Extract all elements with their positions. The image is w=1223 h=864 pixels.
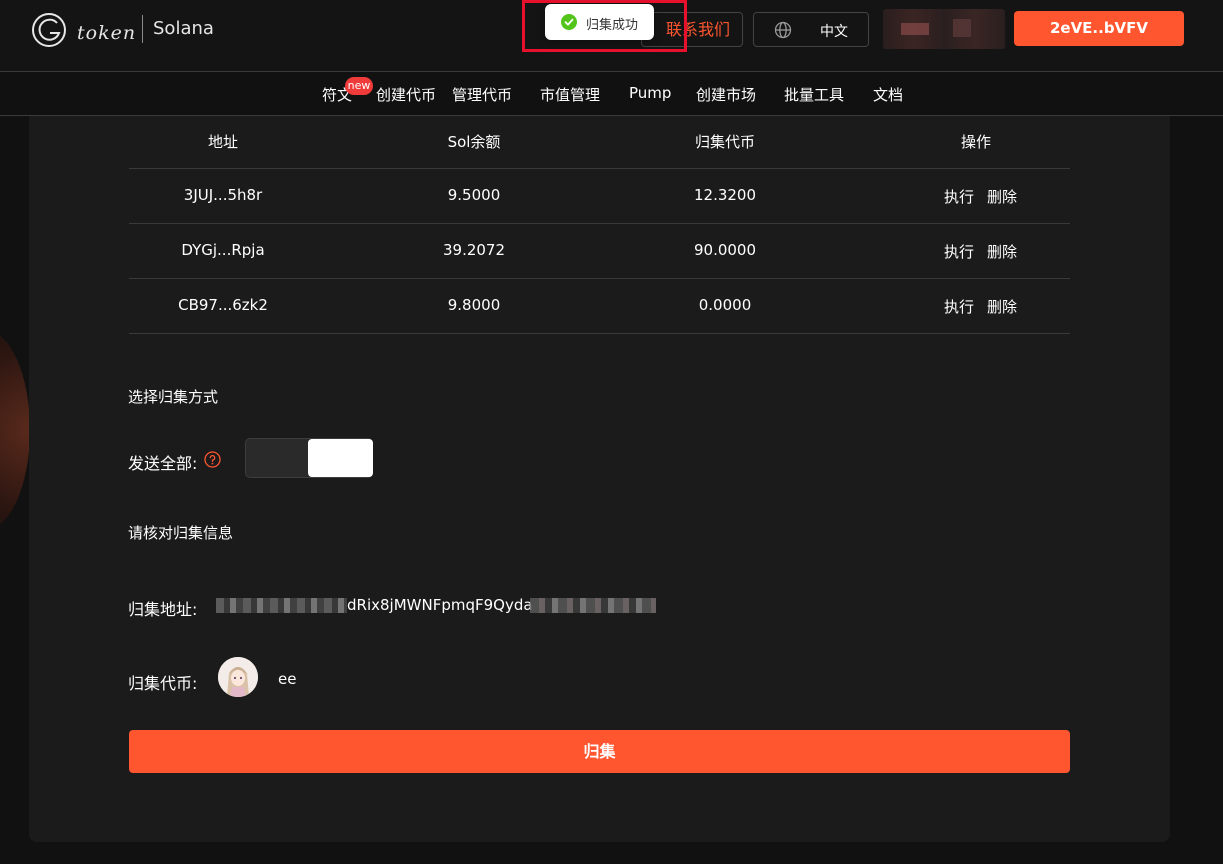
main-nav: 符文 创建代币 管理代币 市值管理 Pump 创建市场 批量工具 文档 [0,73,1223,116]
collect-method-title: 选择归集方式 [128,388,219,406]
column-header-actions: 操作 [960,133,991,151]
send-all-label: 发送全部: [128,454,198,473]
delete-button[interactable]: 删除 [983,296,1021,317]
column-header-sol-balance: Sol余额 [447,133,501,151]
cell-address: DYGj...Rpja [181,241,265,259]
help-icon[interactable] [204,451,221,468]
nav-item-batch-tools[interactable]: 批量工具 [784,84,844,105]
address-blurred-prefix [216,598,347,613]
nav-item-pump[interactable]: Pump [629,84,671,102]
logo-divider [142,15,143,43]
anime-avatar-icon [218,657,258,697]
new-badge: new [345,77,373,95]
send-all-toggle[interactable] [245,438,373,478]
chain-label: Solana [153,18,214,39]
token-name: ee [278,670,297,688]
nav-item-manage-token[interactable]: 管理代币 [452,84,512,105]
logo-text: token [77,22,137,44]
collect-address-label: 归集地址: [128,600,198,619]
collect-address-value: dRix8jMWNFpmqF9Qyda [347,596,533,614]
toast-message: 归集成功 [586,18,639,33]
row-divider [129,333,1070,334]
row-divider [129,168,1070,169]
blur-block [953,19,971,37]
globe-icon [774,21,792,39]
execute-button[interactable]: 执行 [940,241,978,262]
token-avatar [218,657,258,697]
cell-token-amount: 90.0000 [693,241,757,259]
language-button[interactable]: 中文 [753,12,869,47]
collect-submit-button[interactable]: 归集 [129,730,1070,773]
verify-info-title: 请核对归集信息 [128,524,234,542]
cell-address: 3JUJ...5h8r [183,186,263,204]
column-header-collect-token: 归集代币 [694,133,755,151]
cell-sol-balance: 9.8000 [447,296,501,314]
nav-item-create-token[interactable]: 创建代币 [376,84,436,105]
balance-blurred [883,9,1005,49]
cell-token-amount: 12.3200 [693,186,757,204]
row-divider [129,278,1070,279]
address-blurred-suffix [530,598,656,613]
cell-address: CB97...6zk2 [178,296,268,314]
toggle-knob [308,439,373,477]
row-divider [129,223,1070,224]
success-toast: 归集成功 [545,4,654,40]
logo-g-icon [32,13,66,47]
check-circle-icon [561,14,577,30]
execute-button[interactable]: 执行 [940,296,978,317]
language-label: 中文 [820,24,848,40]
execute-button[interactable]: 执行 [940,186,978,207]
cell-sol-balance: 9.5000 [447,186,501,204]
wallet-button[interactable]: 2eVE..bVFV [1014,11,1184,46]
nav-item-market-cap[interactable]: 市值管理 [540,84,600,105]
delete-button[interactable]: 删除 [983,186,1021,207]
collect-token-label: 归集代币: [128,674,198,693]
background-glow [0,330,30,530]
column-header-address: 地址 [207,133,238,151]
delete-button[interactable]: 删除 [983,241,1021,262]
nav-item-docs[interactable]: 文档 [873,84,903,105]
nav-item-create-market[interactable]: 创建市场 [696,84,756,105]
blur-block [901,23,929,35]
cell-token-amount: 0.0000 [698,296,752,314]
cell-sol-balance: 39.2072 [442,241,506,259]
